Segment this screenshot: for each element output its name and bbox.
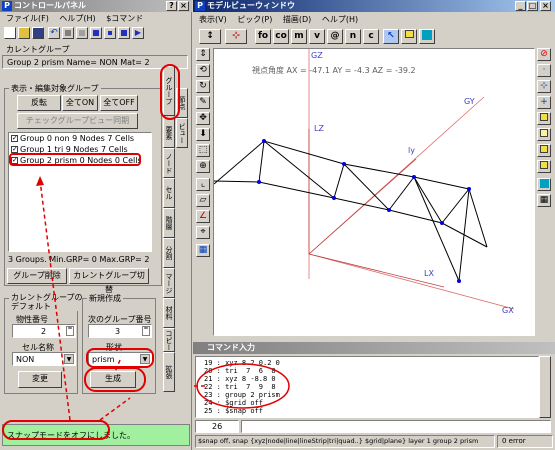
arrow-to-shape <box>114 359 121 373</box>
pen-icon[interactable]: ✎ <box>196 96 210 109</box>
node-axis-icon[interactable]: ⊹ <box>537 80 551 93</box>
mesh-node[interactable] <box>257 180 261 184</box>
gx-label: GX <box>502 306 514 315</box>
command-window: コマンド入力 19 : xyz 8.2 0.2 0 20 : tri 7 6 8… <box>193 342 555 450</box>
toolbar-n[interactable]: n <box>345 29 361 44</box>
model-canvas: GZ GX GY LZ ly LX <box>214 49 515 315</box>
truss-mesh <box>214 140 488 282</box>
node-point-icon[interactable]: · <box>537 64 551 77</box>
toolbar-fo[interactable]: fo <box>255 29 271 44</box>
gz-label: GZ <box>311 51 323 60</box>
lx-label: LX <box>424 269 434 278</box>
menu-help[interactable]: ヘルプ(H) <box>322 15 358 24</box>
angle-icon[interactable]: ∠ <box>196 210 210 223</box>
mesh-diagonal <box>388 176 415 211</box>
toolbar-m[interactable]: m <box>291 29 307 44</box>
mesh-node[interactable] <box>342 162 346 166</box>
cursor-select-icon[interactable] <box>419 29 435 44</box>
mesh-bottom-chord <box>214 180 488 248</box>
cube-double-icon[interactable] <box>537 160 551 173</box>
zoom-box-icon[interactable]: ⬚ <box>196 144 210 157</box>
box-select-icon[interactable] <box>401 29 417 44</box>
arrow-head-list <box>36 176 44 186</box>
mesh-node[interactable] <box>262 139 266 143</box>
move-cross-icon[interactable]: ✥ <box>196 112 210 125</box>
mesh-edge <box>458 188 470 282</box>
menu-view[interactable]: 表示(V) <box>199 15 227 24</box>
model-viewport[interactable]: 視点角度 AX = -47.1 AY = -4.3 AZ = -39.2 GZ … <box>213 48 535 336</box>
grid-edge-icon[interactable]: ⌞ <box>196 178 210 191</box>
arrow-to-list <box>39 179 71 421</box>
mesh-node[interactable] <box>467 187 471 191</box>
refresh-icon[interactable]: ↻ <box>196 80 210 93</box>
lz-label: LZ <box>314 124 324 133</box>
mesh-diagonal <box>263 140 335 199</box>
model-view-title: モデルビューウィンドウ <box>207 1 295 10</box>
mesh-node[interactable] <box>412 175 416 179</box>
axis-move-icon[interactable]: ↕ <box>199 29 221 44</box>
control-panel-window: P コントロールパネル ? × ファイル(F) ヘルプ(H) $コマンド ↶ ▶… <box>0 0 192 450</box>
mesh-node[interactable] <box>332 196 336 200</box>
command-annotation <box>193 363 290 409</box>
toolbar-v[interactable]: v <box>309 29 325 44</box>
annotation-arrows <box>36 176 131 421</box>
toolbar-at[interactable]: @ <box>327 29 343 44</box>
mesh-node[interactable] <box>440 221 444 225</box>
model-view-menubar: 表示(V) ピック(P) 描画(D) ヘルプ(H) <box>199 14 366 26</box>
arrow-to-create <box>99 397 131 421</box>
plane-icon[interactable]: ▱ <box>196 194 210 207</box>
mesh-diagonal <box>333 163 345 199</box>
maximize-button[interactable]: □ <box>527 1 538 11</box>
crosshair-icon[interactable]: ⌖ <box>196 226 210 239</box>
target-icon[interactable]: ⊕ <box>196 160 210 173</box>
cube-yellow-icon[interactable] <box>537 112 551 125</box>
toolbar-co[interactable]: co <box>273 29 289 44</box>
app-icon: P <box>195 1 205 11</box>
mesh-diagonal <box>413 176 443 224</box>
ly-axis <box>308 158 417 255</box>
toolbar-c[interactable]: c <box>363 29 379 44</box>
mesh-diagonal <box>258 140 265 183</box>
node-icon[interactable]: + <box>537 96 551 109</box>
axis-rotate-icon[interactable]: ⊹ <box>225 29 247 44</box>
close-button[interactable]: × <box>540 1 551 11</box>
pointer-icon[interactable]: ↖ <box>383 29 399 44</box>
rotate-icon[interactable]: ⟲ <box>196 64 210 77</box>
gx-axis <box>308 253 515 310</box>
gy-label: GY <box>464 97 475 106</box>
menu-pick[interactable]: ピック(P) <box>237 15 272 24</box>
no-icon[interactable]: ⊘ <box>537 48 551 61</box>
arrow-down-icon[interactable]: ⬇ <box>196 128 210 141</box>
ly-label: ly <box>408 146 415 155</box>
model-view-window: P モデルビューウィンドウ _ □ × 表示(V) ピック(P) 描画(D) ヘ… <box>193 0 555 340</box>
command-highlight-oval <box>196 363 290 409</box>
mesh-node[interactable] <box>457 279 461 283</box>
mesh-node[interactable] <box>387 208 391 212</box>
cube-outline-icon[interactable] <box>537 128 551 141</box>
layer-icon[interactable]: ▦ <box>196 244 210 257</box>
cube-stack-icon[interactable] <box>537 144 551 157</box>
grid-icon[interactable]: ▦ <box>537 194 551 207</box>
vertical-move-icon[interactable]: ⇕ <box>196 48 210 61</box>
mesh-nodes <box>257 139 471 283</box>
minimize-button[interactable]: _ <box>515 1 526 11</box>
menu-draw[interactable]: 描画(D) <box>283 15 311 24</box>
cursor-cyan-icon[interactable] <box>537 178 551 191</box>
model-view-titlebar: P モデルビューウィンドウ _ □ × <box>193 0 555 12</box>
mesh-diagonal <box>441 188 470 224</box>
